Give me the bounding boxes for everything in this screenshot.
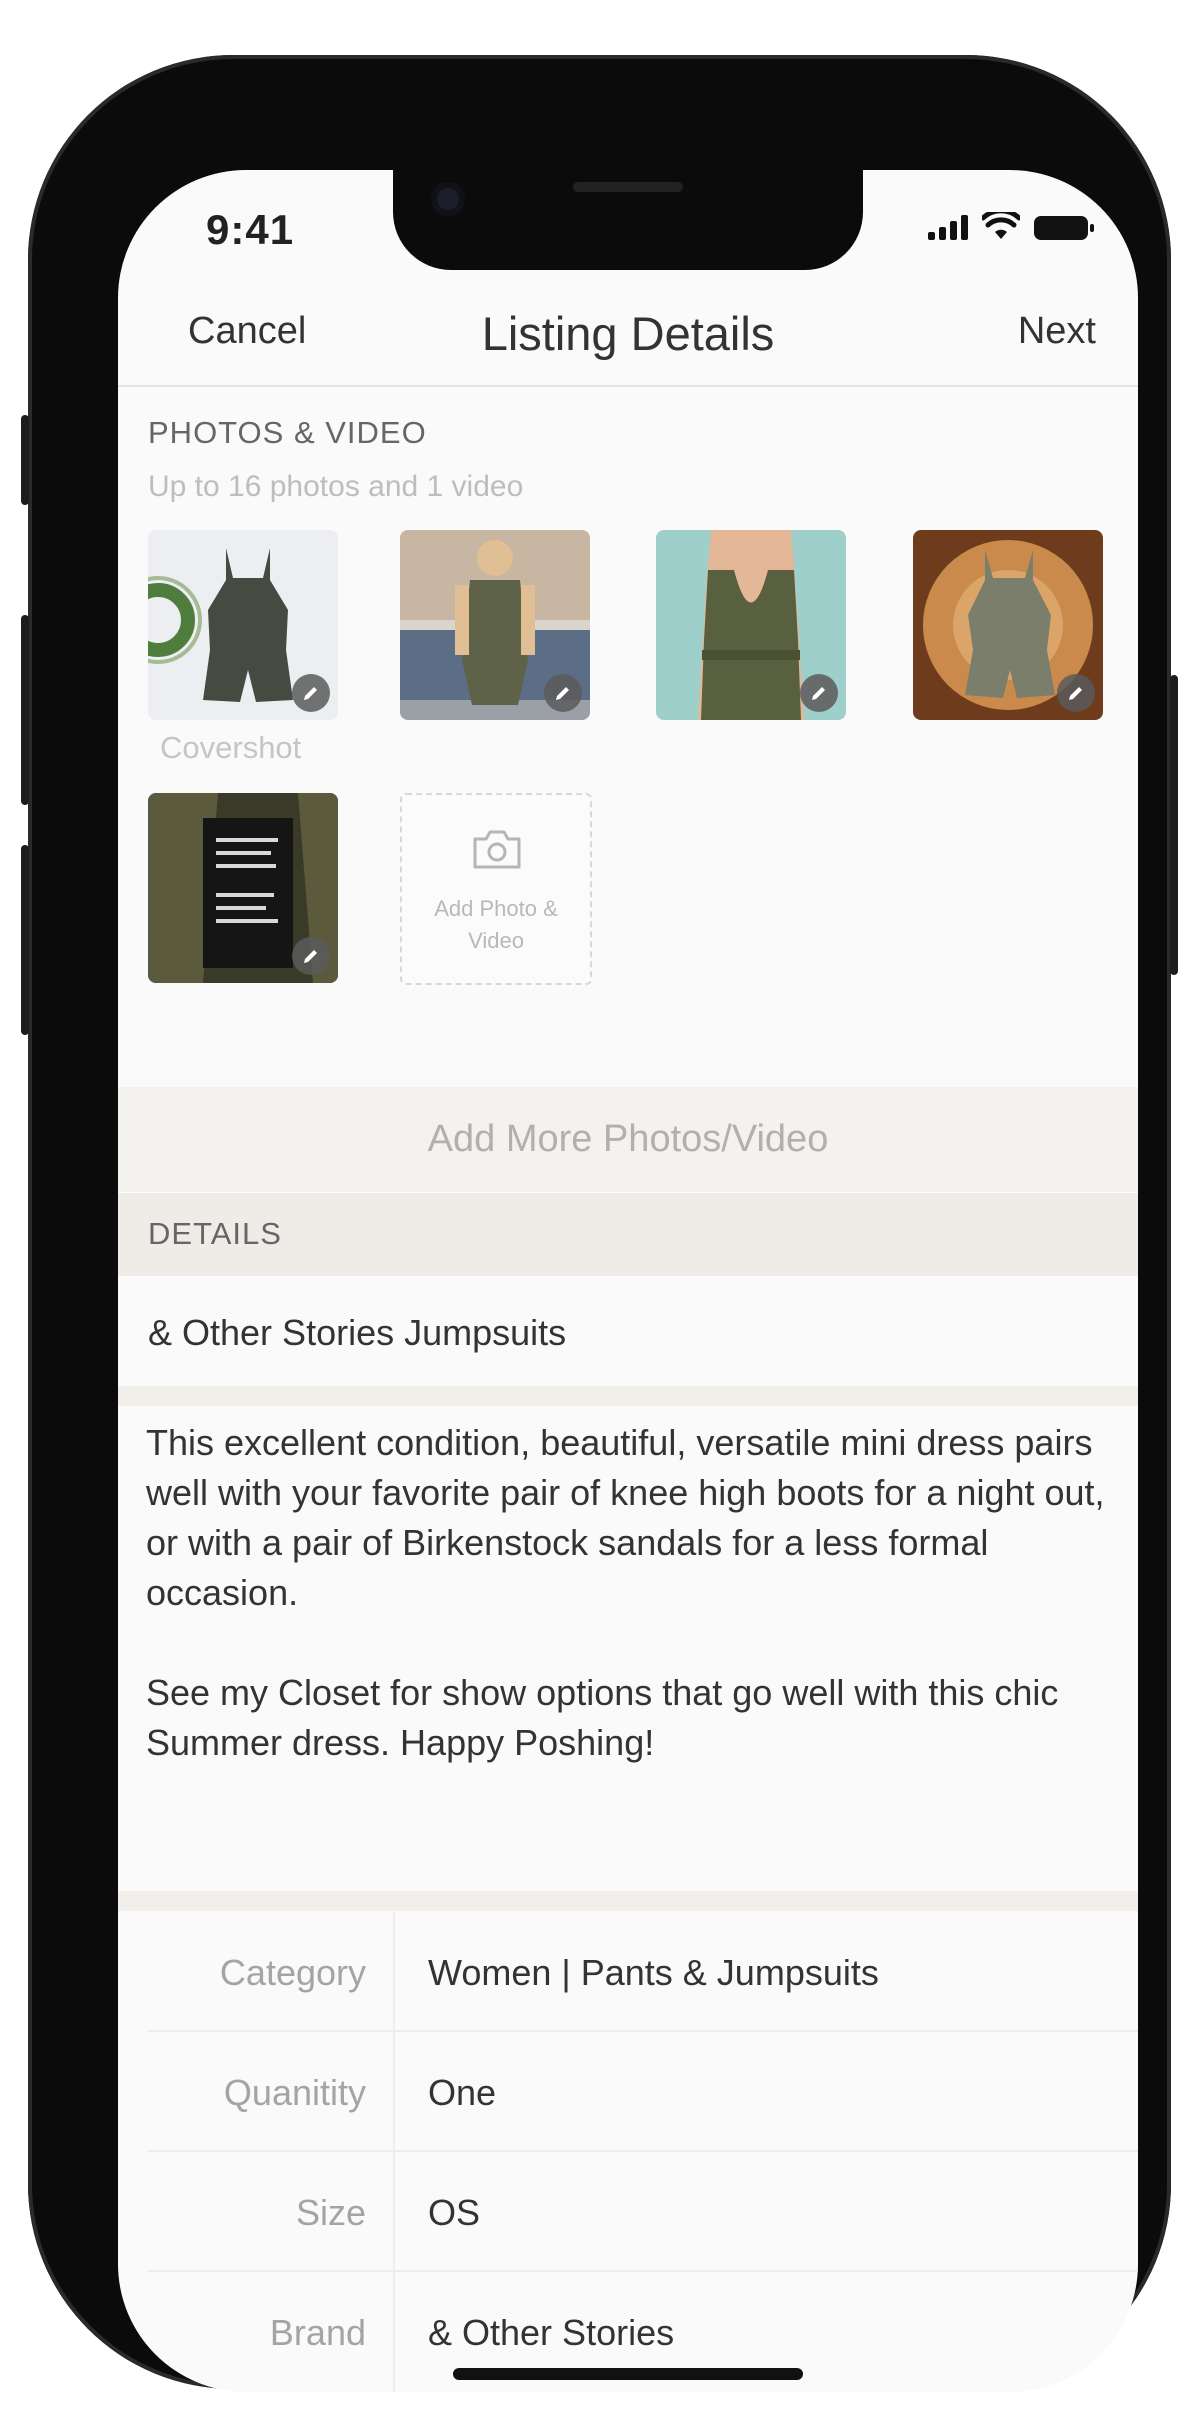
listing-title-value: & Other Stories Jumpsuits	[148, 1312, 567, 1353]
edit-photo-button[interactable]	[292, 937, 330, 975]
attributes-table: Category Women | Pants & Jumpsuits Quani…	[118, 1912, 1138, 2392]
home-indicator[interactable]	[453, 2368, 803, 2380]
divider	[393, 2152, 395, 2272]
photo-thumbnail-2[interactable]	[400, 530, 590, 720]
speaker	[573, 182, 683, 192]
edit-photo-button[interactable]	[544, 674, 582, 712]
attribute-value: One	[428, 2072, 497, 2113]
signal-icon	[928, 214, 968, 240]
photo-thumbnail-1[interactable]	[148, 530, 338, 720]
details-section-header: DETAILS	[118, 1193, 1138, 1276]
notch	[393, 170, 863, 270]
nav-bar: Cancel Listing Details Next	[118, 270, 1138, 387]
covershot-caption: Covershot	[160, 730, 302, 765]
attribute-row-size[interactable]: Size OS	[118, 2152, 1138, 2272]
volume-down-button	[21, 845, 29, 1035]
attribute-key: Brand	[269, 2312, 366, 2353]
divider	[393, 1912, 395, 2032]
attribute-value: OS	[428, 2192, 481, 2233]
divider	[393, 2032, 395, 2152]
add-photo-video-tile[interactable]: Add Photo & Video	[400, 793, 592, 985]
add-photo-video-label: Add Photo & Video	[434, 896, 558, 953]
edit-photo-button[interactable]	[1057, 674, 1095, 712]
attribute-row-category[interactable]: Category Women | Pants & Jumpsuits	[118, 1912, 1138, 2032]
attribute-key: Quanitity	[223, 2072, 366, 2113]
power-button	[1170, 675, 1178, 975]
listing-title-field[interactable]: & Other Stories Jumpsuits	[118, 1276, 1138, 1406]
mute-switch	[21, 415, 29, 505]
battery-icon	[1034, 216, 1094, 240]
pencil-icon	[304, 950, 317, 963]
volume-up-button	[21, 615, 29, 805]
wifi-icon	[982, 212, 1020, 239]
status-icons	[928, 212, 1094, 240]
photo-thumbnail-5[interactable]	[148, 793, 338, 983]
camera-icon	[431, 182, 465, 216]
phone-frame: 9:41 Cancel Listing Details Next PHOTOS …	[21, 55, 1178, 2392]
photo-thumbnail-4[interactable]	[913, 530, 1103, 720]
attribute-row-quantity[interactable]: Quanitity One	[118, 2032, 1138, 2152]
attribute-key: Category	[219, 1952, 366, 1993]
description-paragraph-1: This excellent condition, beautiful, ver…	[146, 1422, 1105, 1613]
status-time: 9:41	[206, 206, 295, 253]
attribute-key: Size	[295, 2192, 366, 2233]
edit-photo-button[interactable]	[800, 674, 838, 712]
listing-description-field[interactable]: This excellent condition, beautiful, ver…	[118, 1406, 1138, 1911]
page-title: Listing Details	[481, 307, 775, 360]
divider	[393, 2272, 395, 2392]
add-more-photos-button[interactable]: Add More Photos/Video	[118, 1087, 1138, 1192]
pencil-icon	[812, 687, 825, 700]
description-paragraph-2: See my Closet for show options that go w…	[146, 1672, 1059, 1763]
photo-thumbnail-3[interactable]	[656, 530, 846, 720]
attribute-value: & Other Stories	[428, 2312, 675, 2353]
pencil-icon	[556, 687, 569, 700]
photos-section-label: PHOTOS & VIDEO	[148, 415, 427, 450]
attribute-value: Women | Pants & Jumpsuits	[428, 1952, 879, 1993]
pencil-icon	[304, 687, 317, 700]
details-section-label: DETAILS	[148, 1216, 282, 1251]
app-screen: 9:41 Cancel Listing Details Next PHOTOS …	[118, 170, 1138, 2392]
camera-add-icon	[473, 830, 521, 869]
photos-section-subtitle: Up to 16 photos and 1 video	[148, 470, 524, 503]
edit-photo-button[interactable]	[292, 674, 330, 712]
next-button[interactable]: Next	[1018, 310, 1096, 353]
pencil-icon	[1069, 687, 1082, 700]
